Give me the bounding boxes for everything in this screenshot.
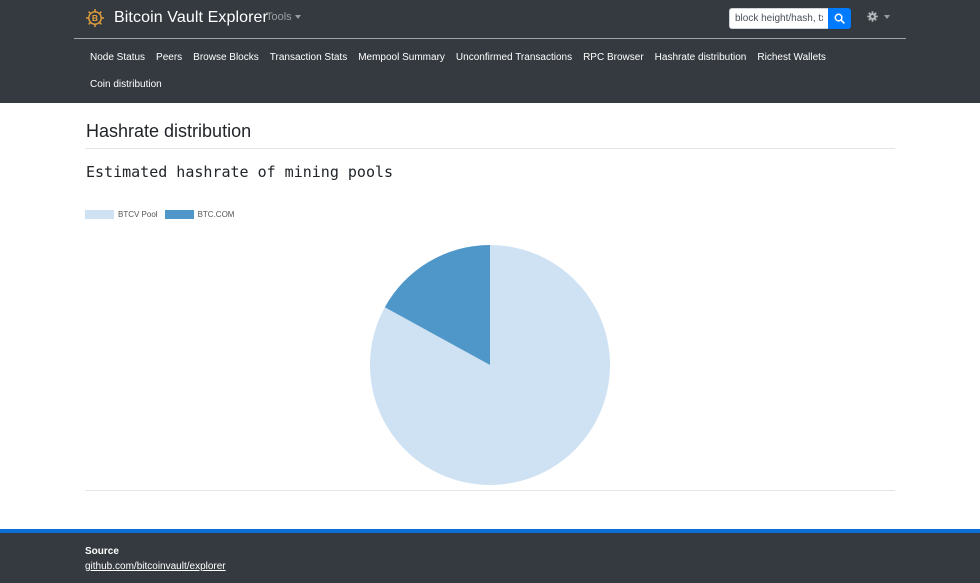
brand[interactable]: B Bitcoin Vault Explorer (85, 6, 268, 30)
search-icon (834, 13, 845, 24)
chart-heading: Estimated hashrate of mining pools (86, 163, 394, 181)
search-form (729, 8, 851, 29)
footer-source-label: Source (85, 546, 119, 557)
nav-item-hashrate-distribution[interactable]: Hashrate distribution (649, 52, 752, 63)
subnav-row: Coin distribution (85, 74, 885, 95)
footer: Source github.com/bitcoinvault/explorer (0, 533, 980, 583)
nav-item-unconfirmed-transactions[interactable]: Unconfirmed Transactions (450, 52, 577, 63)
nav-item-richest-wallets[interactable]: Richest Wallets (752, 52, 832, 63)
content-divider (85, 490, 895, 491)
title-divider (85, 148, 895, 149)
footer-source-link[interactable]: github.com/bitcoinvault/explorer (85, 561, 226, 572)
caret-down-icon (294, 15, 301, 19)
chart-legend: BTCV Pool BTC.COM (85, 210, 241, 219)
subnav-row: Node Status Peers Browse Blocks Transact… (85, 47, 885, 68)
brand-name: Bitcoin Vault Explorer (114, 9, 268, 26)
caret-down-icon (884, 14, 890, 19)
page-title: Hashrate distribution (86, 121, 252, 141)
bitcoin-vault-logo-icon: B (86, 9, 104, 27)
legend-item[interactable]: BTCV Pool (85, 210, 158, 219)
nav-item-node-status[interactable]: Node Status (85, 52, 151, 63)
nav-item-peers[interactable]: Peers (151, 52, 188, 63)
pie-slice-btcv-pool[interactable] (370, 245, 610, 485)
navbar-divider (74, 38, 906, 39)
subnav: Node Status Peers Browse Blocks Transact… (85, 47, 885, 95)
legend-label-btcv-pool: BTCV Pool (118, 210, 158, 219)
nav-item-coin-distribution[interactable]: Coin distribution (85, 79, 167, 90)
legend-swatch-btcv-pool (85, 210, 114, 219)
nav-item-rpc-browser[interactable]: RPC Browser (578, 52, 650, 63)
settings-dropdown[interactable] (867, 11, 890, 22)
navbar: B Bitcoin Vault Explorer Tools block hei… (0, 0, 980, 103)
search-button[interactable] (828, 8, 851, 29)
tools-label: Tools (266, 11, 292, 23)
pie-slice-btc-com[interactable] (384, 245, 490, 365)
tools-dropdown[interactable]: Tools (266, 11, 301, 23)
legend-item[interactable]: BTC.COM (164, 210, 235, 219)
nav-item-transaction-stats[interactable]: Transaction Stats (264, 52, 352, 63)
nav-item-browse-blocks[interactable]: Browse Blocks (188, 52, 265, 63)
legend-swatch-btc-com (164, 210, 194, 219)
svg-text:B: B (92, 13, 98, 23)
legend-label-btc-com: BTC.COM (197, 210, 235, 219)
nav-item-mempool-summary[interactable]: Mempool Summary (353, 52, 451, 63)
gear-icon (867, 11, 878, 22)
search-input[interactable] (729, 8, 828, 29)
